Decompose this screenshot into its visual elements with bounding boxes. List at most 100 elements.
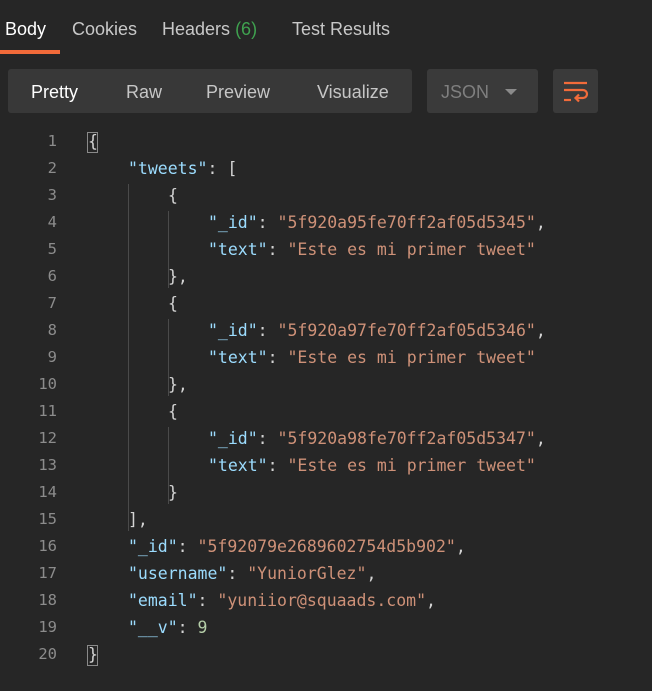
code-token: , — [426, 591, 436, 610]
active-tab-indicator — [0, 50, 60, 54]
code-token: "_id" — [128, 537, 178, 556]
code-token: "__v" — [128, 618, 178, 637]
code-token: , — [535, 321, 546, 340]
matching-brace-highlight — [87, 132, 98, 153]
wrap-lines-button[interactable] — [553, 69, 598, 113]
line-number: 18 — [38, 591, 57, 609]
pretty-button[interactable]: Pretty — [31, 69, 78, 113]
code-token: "Este es mi primer tweet" — [287, 348, 536, 367]
line-number: 20 — [38, 645, 57, 663]
indent-guide — [168, 427, 169, 504]
raw-button[interactable]: Raw — [126, 69, 162, 113]
code-line: 2 "tweets": [ — [0, 155, 652, 182]
code-token: : — [257, 321, 278, 340]
indent-guide — [168, 211, 169, 288]
line-number: 11 — [38, 402, 57, 420]
line-number: 16 — [38, 537, 57, 555]
code-token: } — [168, 483, 178, 502]
code-token: : — [257, 429, 278, 448]
code-line-text: "_id": "5f92079e2689602754d5b902", — [128, 537, 466, 556]
code-token: , — [366, 564, 377, 583]
code-line-text: { — [168, 402, 178, 421]
code-line-text: "__v": 9 — [128, 618, 207, 637]
line-number: 1 — [47, 132, 57, 150]
line-number: 4 — [47, 213, 57, 231]
code-token: "5f920a98fe70ff2af05d5347" — [277, 429, 536, 448]
line-number: 7 — [47, 294, 57, 312]
code-line-text: "_id": "5f920a95fe70ff2af05d5345", — [208, 213, 546, 232]
code-token: : [ — [207, 159, 238, 178]
code-line: 9 "text": "Este es mi primer tweet" — [0, 344, 652, 371]
code-token: : — [177, 537, 198, 556]
tab-headers[interactable]: Headers (6) — [162, 19, 257, 40]
preview-button[interactable]: Preview — [206, 69, 270, 113]
code-token: "_id" — [208, 213, 258, 232]
code-line-text: }, — [168, 375, 188, 394]
code-line: 13 "text": "Este es mi primer tweet" — [0, 452, 652, 479]
line-number: 12 — [38, 429, 57, 447]
code-token: : — [227, 564, 248, 583]
code-token: "yuniior@squaads.com" — [217, 591, 427, 610]
wrap-lines-icon — [564, 81, 589, 103]
code-token: { — [168, 186, 178, 205]
line-number: 17 — [38, 564, 57, 582]
code-token: "5f920a95fe70ff2af05d5345" — [277, 213, 536, 232]
tab-headers-label: Headers — [162, 19, 231, 39]
code-line: 7{ — [0, 290, 652, 317]
code-line-text: ], — [128, 510, 148, 529]
code-token: { — [168, 402, 178, 421]
code-token: : — [257, 213, 278, 232]
code-line: 18 "email": "yuniior@squaads.com", — [0, 587, 652, 614]
matching-brace-highlight — [87, 645, 98, 666]
code-line-text: { — [168, 186, 178, 205]
code-token: "5f920a97fe70ff2af05d5346" — [277, 321, 536, 340]
visualize-button[interactable]: Visualize — [317, 69, 389, 113]
code-line: 11 { — [0, 398, 652, 425]
code-line-text: "text": "Este es mi primer tweet" — [208, 348, 536, 367]
code-line-text: } — [168, 483, 178, 502]
code-line: 12 "_id": "5f920a98fe70ff2af05d5347", — [0, 425, 652, 452]
headers-count-badge: (6) — [235, 19, 258, 39]
code-token: "YuniorGlez" — [247, 564, 367, 583]
code-token: , — [535, 213, 546, 232]
code-token: { — [168, 294, 178, 313]
code-token: "_id" — [208, 429, 258, 448]
line-number: 14 — [38, 483, 57, 501]
code-line-text: }, — [168, 267, 188, 286]
code-line: 4 "_id": "5f920a95fe70ff2af05d5345", — [0, 209, 652, 236]
code-token: "text" — [208, 456, 268, 475]
tab-body-label: Body — [5, 19, 47, 39]
code-line: 17 "username": "YuniorGlez", — [0, 560, 652, 587]
code-token: "5f92079e2689602754d5b902" — [197, 537, 456, 556]
code-token: }, — [168, 267, 188, 286]
line-number: 8 — [47, 321, 57, 339]
code-line: 19 "__v": 9 — [0, 614, 652, 641]
tab-test-results-label: Test Results — [292, 19, 391, 39]
code-token: , — [455, 537, 466, 556]
code-line-text: "tweets": [ — [128, 159, 237, 178]
line-number: 19 — [38, 618, 57, 636]
code-line-text: "username": "YuniorGlez", — [128, 564, 376, 583]
code-token: "text" — [208, 240, 268, 259]
chevron-down-icon — [505, 89, 517, 95]
code-token: "tweets" — [128, 159, 208, 178]
indent-guide — [128, 184, 129, 531]
tab-body[interactable]: Body — [5, 19, 46, 40]
code-token: }, — [168, 375, 188, 394]
code-line-text: { — [168, 294, 178, 313]
code-token: : — [267, 456, 288, 475]
code-token: "Este es mi primer tweet" — [287, 240, 536, 259]
line-number: 2 — [47, 159, 57, 177]
format-select[interactable]: JSON — [427, 69, 538, 113]
code-line-text: "text": "Este es mi primer tweet" — [208, 456, 536, 475]
code-line: 14} — [0, 479, 652, 506]
code-line-text: "_id": "5f920a98fe70ff2af05d5347", — [208, 429, 546, 448]
code-token: ], — [128, 510, 148, 529]
code-token: "Este es mi primer tweet" — [287, 456, 536, 475]
code-line: 5 "text": "Este es mi primer tweet" — [0, 236, 652, 263]
code-token: "text" — [208, 348, 268, 367]
code-token: : — [267, 348, 288, 367]
tab-cookies[interactable]: Cookies — [72, 19, 137, 40]
tab-test-results[interactable]: Test Results — [292, 19, 390, 40]
code-token: "email" — [128, 591, 198, 610]
